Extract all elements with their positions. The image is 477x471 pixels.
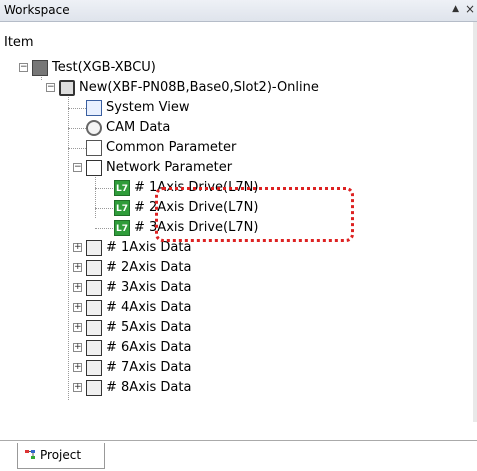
panel-title: Workspace — [4, 3, 70, 17]
tree-node-axis-data[interactable]: + # 4Axis Data — [0, 298, 300, 318]
expand-toggle[interactable]: + — [73, 283, 82, 292]
tree-node-label: # 3Axis Data — [106, 280, 192, 295]
l7-icon: L7 — [114, 200, 130, 216]
l7-icon: L7 — [114, 220, 130, 236]
tree-node-common-parameter[interactable]: Common Parameter — [0, 138, 300, 158]
axis-data-icon — [86, 260, 102, 276]
expand-toggle[interactable]: + — [73, 343, 82, 352]
collapse-toggle[interactable]: − — [46, 83, 55, 92]
tree-node-label: New(XBF-PN08B,Base0,Slot2)-Online — [79, 80, 319, 95]
workspace-titlebar: Workspace ▲ × — [0, 0, 477, 22]
tree-node-label: # 8Axis Data — [106, 380, 192, 395]
expand-toggle[interactable]: + — [73, 243, 82, 252]
tree-node-system-view[interactable]: System View — [0, 98, 300, 118]
l7-icon: L7 — [114, 180, 130, 196]
module-icon — [59, 80, 75, 96]
tree-node-label: CAM Data — [106, 120, 171, 135]
expand-toggle[interactable]: + — [73, 303, 82, 312]
tree-node-axis-data[interactable]: + # 2Axis Data — [0, 258, 300, 278]
tree-node-label: Network Parameter — [106, 160, 233, 175]
axis-data-icon — [86, 300, 102, 316]
tree-node-label: System View — [106, 100, 190, 115]
system-view-icon — [86, 100, 102, 116]
vertical-scrollbar[interactable] — [473, 22, 477, 422]
bottom-tab-bar: Project — [0, 440, 477, 471]
project-icon — [25, 450, 35, 459]
axis-data-icon — [86, 280, 102, 296]
tree-node-label: Test(XGB-XBCU) — [52, 60, 156, 75]
axis-data-icon — [86, 320, 102, 336]
highlight-annotation — [155, 187, 354, 242]
axis-data-icon — [86, 360, 102, 376]
network-icon — [86, 160, 102, 176]
axis-data-icon — [86, 380, 102, 396]
tree-node-label: # 2Axis Data — [106, 260, 192, 275]
tree-node-label: Common Parameter — [106, 140, 237, 155]
tab-project[interactable]: Project — [17, 443, 105, 469]
tree-node-axis-data[interactable]: + # 6Axis Data — [0, 338, 300, 358]
tree-node-axis-data[interactable]: + # 3Axis Data — [0, 278, 300, 298]
cam-icon — [86, 120, 102, 136]
tree-node-network-parameter[interactable]: − Network Parameter — [0, 158, 300, 178]
axis-data-icon — [86, 240, 102, 256]
tree-header: Item — [4, 35, 34, 50]
expand-toggle[interactable]: + — [73, 363, 82, 372]
common-parameter-icon — [86, 140, 102, 156]
axis-data-icon — [86, 340, 102, 356]
collapse-toggle[interactable]: − — [73, 163, 82, 172]
pin-icon[interactable]: ▲ — [452, 4, 459, 14]
expand-toggle[interactable]: + — [73, 323, 82, 332]
plc-icon — [32, 60, 48, 76]
tree-node-pn08b-module[interactable]: − New(XBF-PN08B,Base0,Slot2)-Online — [0, 78, 420, 98]
tab-label: Project — [40, 448, 82, 462]
tree-node-test-plc[interactable]: − Test(XGB-XBCU) — [0, 58, 300, 78]
expand-toggle[interactable]: + — [73, 263, 82, 272]
tree-node-axis-data[interactable]: + # 8Axis Data — [0, 378, 300, 398]
tree-node-axis-data[interactable]: + # 5Axis Data — [0, 318, 300, 338]
collapse-toggle[interactable]: − — [19, 63, 28, 72]
tree-node-label: # 6Axis Data — [106, 340, 192, 355]
tree-node-axis-data[interactable]: + # 7Axis Data — [0, 358, 300, 378]
tree-node-label: # 5Axis Data — [106, 320, 192, 335]
tree-node-cam-data[interactable]: CAM Data — [0, 118, 300, 138]
tree-node-label: # 4Axis Data — [106, 300, 192, 315]
tree-node-label: # 7Axis Data — [106, 360, 192, 375]
close-icon[interactable]: × — [465, 2, 475, 16]
expand-toggle[interactable]: + — [73, 383, 82, 392]
